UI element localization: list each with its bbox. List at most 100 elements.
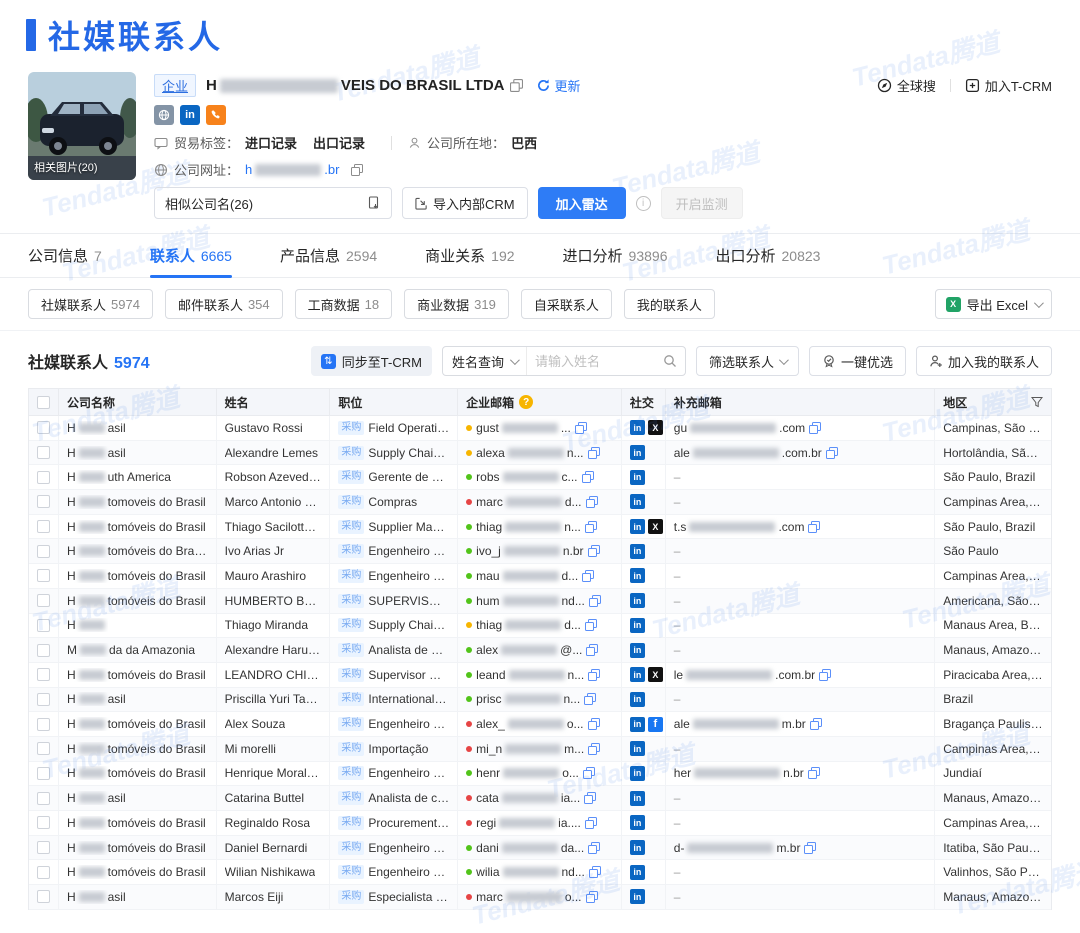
import-record-link[interactable]: 进口记录 — [245, 133, 297, 152]
subtab-3[interactable]: 商业数据319 — [404, 289, 509, 319]
subtab-1[interactable]: 邮件联系人354 — [165, 289, 283, 319]
filter-contacts-button[interactable]: 筛选联系人 — [696, 346, 799, 376]
copy-icon[interactable] — [588, 842, 600, 854]
row-checkbox[interactable] — [37, 890, 50, 903]
linkedin-icon[interactable]: in — [630, 865, 645, 880]
add-my-contacts-button[interactable]: 加入我的联系人 — [916, 346, 1052, 376]
info-icon[interactable]: i — [636, 196, 651, 211]
one-click-optimize-button[interactable]: 一键优选 — [809, 346, 906, 376]
copy-icon[interactable] — [808, 521, 820, 533]
copy-icon[interactable] — [588, 447, 600, 459]
linkedin-icon[interactable]: in — [630, 667, 645, 682]
join-radar-button[interactable]: 加入雷达 — [538, 187, 626, 219]
linkedin-icon[interactable]: in — [630, 593, 645, 608]
export-excel-button[interactable]: X 导出 Excel — [935, 289, 1052, 319]
copy-icon[interactable] — [810, 718, 822, 730]
linkedin-icon[interactable]: in — [630, 445, 645, 460]
linkedin-icon[interactable]: in — [630, 717, 645, 732]
copy-icon[interactable] — [826, 447, 838, 459]
copy-website-icon[interactable] — [351, 164, 363, 176]
copy-icon[interactable] — [575, 422, 587, 434]
linkedin-icon[interactable]: in — [630, 519, 645, 534]
copy-icon[interactable] — [589, 595, 601, 607]
row-checkbox[interactable] — [37, 792, 50, 805]
row-checkbox[interactable] — [37, 668, 50, 681]
row-checkbox[interactable] — [37, 594, 50, 607]
select-all-checkbox[interactable] — [37, 396, 50, 409]
copy-icon[interactable] — [585, 619, 597, 631]
copy-icon[interactable] — [585, 817, 597, 829]
row-checkbox[interactable] — [37, 569, 50, 582]
copy-icon[interactable] — [584, 693, 596, 705]
copy-icon[interactable] — [809, 422, 821, 434]
linkedin-icon[interactable]: in — [630, 741, 645, 756]
x-twitter-icon[interactable]: X — [648, 519, 663, 534]
row-checkbox[interactable] — [37, 471, 50, 484]
filter-funnel-icon[interactable] — [1031, 396, 1043, 408]
import-crm-button[interactable]: 导入内部CRM — [402, 187, 528, 219]
website-link[interactable]: h .br — [245, 162, 339, 177]
facebook-icon[interactable]: f — [648, 717, 663, 732]
copy-icon[interactable] — [588, 669, 600, 681]
help-icon[interactable]: ? — [519, 395, 533, 409]
linkedin-icon[interactable]: in — [630, 840, 645, 855]
linkedin-icon[interactable]: in — [630, 791, 645, 806]
copy-icon[interactable] — [589, 866, 601, 878]
copy-icon[interactable] — [808, 767, 820, 779]
row-checkbox[interactable] — [37, 767, 50, 780]
row-checkbox[interactable] — [37, 841, 50, 854]
copy-icon[interactable] — [582, 471, 594, 483]
subtab-5[interactable]: 我的联系人 — [624, 289, 715, 319]
copy-icon[interactable] — [588, 545, 600, 557]
copy-icon[interactable] — [586, 496, 598, 508]
tab-0[interactable]: 公司信息7 — [28, 234, 102, 278]
copy-icon[interactable] — [588, 718, 600, 730]
tab-5[interactable]: 出口分析20823 — [715, 234, 820, 278]
copy-icon[interactable] — [586, 891, 598, 903]
row-checkbox[interactable] — [37, 866, 50, 879]
linkedin-icon[interactable]: in — [630, 544, 645, 559]
tab-2[interactable]: 产品信息2594 — [280, 234, 377, 278]
row-checkbox[interactable] — [37, 644, 50, 657]
global-search-link[interactable]: 全球搜 — [877, 76, 936, 95]
linkedin-icon[interactable]: in — [630, 494, 645, 509]
linkedin-icon[interactable]: in — [630, 815, 645, 830]
company-photo[interactable]: 相关图片(20) — [28, 72, 136, 180]
subtab-2[interactable]: 工商数据18 — [295, 289, 392, 319]
x-twitter-icon[interactable]: X — [648, 420, 663, 435]
entity-badge[interactable]: 企业 — [154, 74, 196, 97]
sync-tcrm-button[interactable]: ⇅ 同步至T-CRM — [311, 346, 432, 376]
similar-companies-select[interactable]: 相似公司名(26) — [154, 187, 392, 219]
name-search-input[interactable] — [527, 354, 655, 369]
tab-4[interactable]: 进口分析93896 — [563, 234, 668, 278]
copy-icon[interactable] — [588, 743, 600, 755]
phone-icon[interactable] — [206, 105, 226, 125]
row-checkbox[interactable] — [37, 520, 50, 533]
linkedin-icon[interactable]: in — [630, 643, 645, 658]
row-checkbox[interactable] — [37, 816, 50, 829]
copy-icon[interactable] — [586, 644, 598, 656]
linkedin-icon[interactable]: in — [630, 889, 645, 904]
export-record-link[interactable]: 出口记录 — [313, 133, 365, 152]
copy-icon[interactable] — [804, 842, 816, 854]
tab-1[interactable]: 联系人6665 — [150, 234, 232, 278]
linkedin-icon[interactable]: in — [630, 692, 645, 707]
subtab-0[interactable]: 社媒联系人5974 — [28, 289, 153, 319]
row-checkbox[interactable] — [37, 446, 50, 459]
row-checkbox[interactable] — [37, 421, 50, 434]
linkedin-icon[interactable]: in — [630, 618, 645, 633]
row-checkbox[interactable] — [37, 742, 50, 755]
x-twitter-icon[interactable]: X — [648, 667, 663, 682]
copy-icon[interactable] — [583, 767, 595, 779]
tab-3[interactable]: 商业关系192 — [425, 234, 514, 278]
linkedin-icon[interactable]: in — [180, 105, 200, 125]
copy-icon[interactable] — [819, 669, 831, 681]
start-monitor-button[interactable]: 开启监测 — [661, 187, 743, 219]
join-tcrm-link[interactable]: 加入T-CRM — [965, 76, 1052, 95]
linkedin-icon[interactable]: in — [630, 568, 645, 583]
copy-icon[interactable] — [585, 521, 597, 533]
copy-icon[interactable] — [584, 792, 596, 804]
row-checkbox[interactable] — [37, 495, 50, 508]
row-checkbox[interactable] — [37, 619, 50, 632]
copy-company-name-icon[interactable] — [510, 79, 523, 92]
